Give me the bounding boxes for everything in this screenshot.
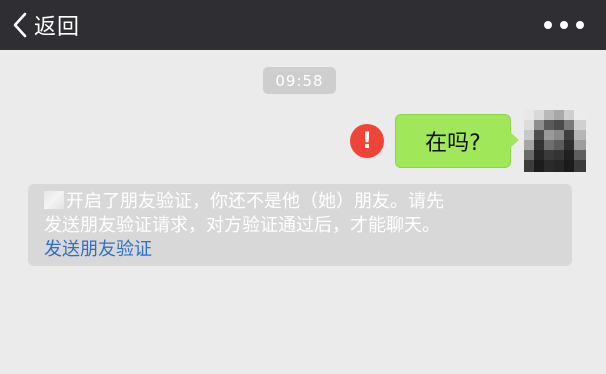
avatar[interactable] — [524, 110, 586, 172]
exclamation-error-icon[interactable]: ! — [350, 124, 384, 158]
more-options-button[interactable] — [544, 18, 584, 32]
notice-line-1: 开启了朋友验证，你还不是他（她）朋友。请先 — [44, 190, 562, 214]
message-text: 在吗? — [425, 131, 481, 156]
more-dots-icon — [576, 21, 584, 29]
back-button[interactable]: 返回 — [8, 7, 80, 43]
back-label: 返回 — [34, 15, 81, 40]
send-verification-link[interactable]: 发送朋友验证 — [44, 239, 152, 260]
title-bar: 返回 — [0, 0, 606, 50]
bubble-tail — [510, 132, 519, 148]
sent-message-bubble[interactable]: 在吗? — [395, 114, 511, 168]
timestamp-badge: 09:58 — [263, 67, 336, 94]
friend-verification-notice: 开启了朋友验证，你还不是他（她）朋友。请先 发送朋友验证请求，对方验证通过后，才… — [28, 184, 572, 266]
chevron-left-icon — [8, 11, 32, 39]
more-dots-icon — [544, 21, 552, 29]
more-dots-icon — [560, 21, 568, 29]
notice-text-1: 开启了朋友验证，你还不是他（她）朋友。请先 — [66, 191, 444, 212]
pixelated-avatar-image — [524, 110, 586, 172]
notice-text-2: 发送朋友验证请求，对方验证通过后，才能聊天。 — [44, 215, 440, 236]
masked-contact-name — [44, 191, 64, 209]
